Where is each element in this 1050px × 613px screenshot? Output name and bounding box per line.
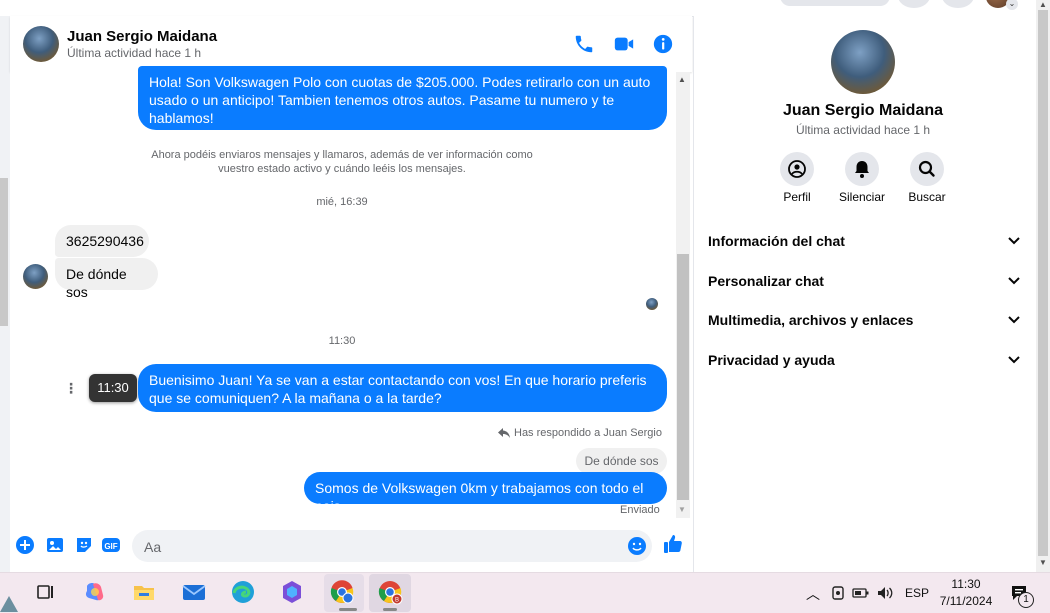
more-options-icon[interactable]: ⋮ (64, 378, 78, 398)
message-list (10, 72, 678, 518)
mute-button[interactable] (845, 152, 879, 186)
section-label: Privacidad y ayuda (708, 352, 835, 368)
sender-avatar (23, 264, 48, 289)
notification-badge: 1 (1018, 592, 1034, 608)
message-outgoing[interactable]: Buenisimo Juan! Ya se van a estar contac… (138, 364, 667, 412)
section-customize-chat[interactable]: Personalizar chat (708, 269, 1020, 293)
message-incoming[interactable]: De dónde sos (55, 258, 158, 300)
page-scroll-thumb[interactable] (1038, 10, 1048, 556)
profile-label: Perfil (783, 190, 811, 204)
input-language[interactable]: ESP (905, 586, 929, 600)
gallery-icon[interactable] (45, 535, 65, 555)
contact-avatar[interactable] (23, 26, 59, 62)
profile-button[interactable] (780, 152, 814, 186)
panel-contact-name: Juan Sergio Maidana (782, 102, 944, 119)
file-explorer-icon[interactable] (130, 578, 158, 606)
scroll-down-arrow-icon[interactable]: ▼ (678, 505, 686, 514)
search-button[interactable] (910, 152, 944, 186)
like-icon[interactable] (662, 533, 684, 555)
battery-network-icon[interactable] (852, 586, 870, 600)
contact-status: Última actividad hace 1 h (67, 46, 202, 60)
clock-time[interactable]: 11:30 (940, 577, 992, 591)
section-chat-info[interactable]: Información del chat (708, 229, 1020, 253)
scroll-up-arrow-icon[interactable]: ▲ (678, 75, 686, 84)
plus-icon[interactable] (15, 535, 35, 555)
message-outgoing[interactable]: Hola! Son Volkswagen Polo con cuotas de … (138, 66, 667, 130)
clock-date[interactable]: 7/11/2024 (936, 594, 996, 608)
widgets-icon[interactable] (0, 582, 18, 612)
panel-contact-status: Última actividad hace 1 h (795, 123, 931, 137)
m365-icon[interactable] (278, 578, 306, 606)
section-media-files-links[interactable]: Multimedia, archivos y enlaces (708, 308, 1020, 332)
info-icon[interactable] (652, 33, 674, 55)
chat-scroll-thumb[interactable] (677, 254, 689, 500)
copilot-icon[interactable] (81, 578, 109, 606)
message-input-wrapper (132, 530, 652, 562)
panel-contact-avatar[interactable] (831, 30, 895, 94)
quoted-message[interactable]: De dónde sos (576, 448, 667, 474)
read-receipt-avatar (646, 298, 658, 310)
section-label: Información del chat (708, 233, 845, 249)
app-indicator (383, 608, 397, 611)
mail-icon[interactable] (180, 578, 208, 606)
page-scroll-up-icon[interactable]: ▲ (1039, 0, 1047, 9)
chrome-icon[interactable]: B (376, 578, 404, 606)
profile-icon (788, 160, 806, 178)
sent-status: Enviado (620, 504, 660, 516)
timestamp-divider: 11:30 (328, 335, 356, 347)
section-privacy-support[interactable]: Privacidad y ayuda (708, 348, 1020, 372)
timestamp-divider: mié, 16:39 (316, 196, 368, 208)
sticker-icon[interactable] (74, 535, 94, 555)
svg-text:B: B (395, 598, 399, 604)
search-label: Buscar (908, 190, 946, 204)
message-input[interactable] (142, 536, 616, 558)
svg-text:GIF: GIF (104, 542, 117, 551)
message-incoming[interactable]: 3625290436 (55, 225, 149, 257)
chevron-down-icon (1008, 277, 1020, 285)
chevron-down-icon (1008, 316, 1020, 324)
chrome-profile-icon[interactable] (328, 578, 356, 606)
video-call-icon[interactable] (613, 33, 635, 55)
active-app-indicator (339, 608, 357, 611)
contact-name[interactable]: Juan Sergio Maidana (67, 28, 217, 45)
reply-icon (498, 428, 510, 438)
search-icon (918, 160, 935, 177)
page-left-scroll-thumb[interactable] (0, 178, 8, 326)
chevron-down-icon (1008, 356, 1020, 364)
top-search-pill[interactable] (780, 0, 890, 6)
reply-label: Has respondido a Juan Sergio (514, 427, 662, 439)
bell-icon (855, 161, 869, 178)
meet-now-icon[interactable] (831, 585, 845, 601)
section-label: Multimedia, archivos y enlaces (708, 312, 914, 328)
edge-browser-icon[interactable] (229, 578, 257, 606)
gif-icon[interactable]: GIF (101, 535, 121, 555)
volume-icon[interactable] (876, 585, 894, 601)
system-notice: Ahora podéis enviaros mensajes y llamaro… (151, 149, 533, 175)
emoji-icon[interactable] (627, 536, 647, 556)
reply-indicator: Has respondido a Juan Sergio (498, 427, 662, 439)
chat-details-panel (693, 16, 1037, 572)
hover-time-tooltip: 11:30 (89, 374, 137, 402)
mute-label: Silenciar (838, 190, 886, 204)
task-view-icon[interactable] (31, 578, 59, 606)
section-label: Personalizar chat (708, 273, 824, 289)
page-scroll-down-icon[interactable]: ▼ (1039, 558, 1047, 567)
tray-expand-icon[interactable]: ︿ (806, 584, 820, 604)
phone-icon[interactable] (573, 33, 595, 55)
message-outgoing[interactable]: Somos de Volkswagen 0km y trabajamos con… (304, 472, 667, 514)
chevron-down-icon (1008, 237, 1020, 245)
